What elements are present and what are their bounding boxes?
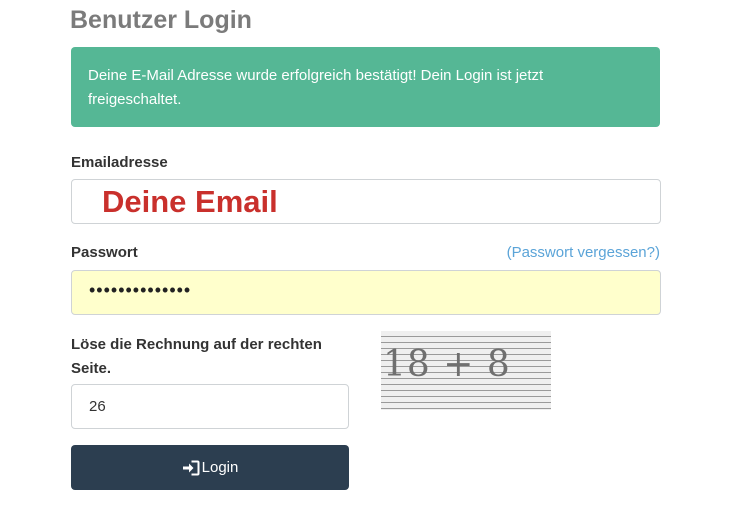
email-field-value: Deine Email xyxy=(102,184,278,219)
captcha-question-label: Löse die Rechnung auf der rechten Seite. xyxy=(71,336,322,377)
password-label: Passwort xyxy=(71,244,138,261)
captcha-answer-field[interactable]: 26 xyxy=(71,384,349,429)
email-field[interactable]: Deine Email xyxy=(71,179,661,224)
login-page: Benutzer Login Deine E-Mail Adresse wurd… xyxy=(0,0,731,512)
sign-in-icon xyxy=(182,460,200,476)
captcha-image-text: 18 + 8 xyxy=(383,344,511,385)
password-field[interactable]: •••••••••••••• xyxy=(71,270,661,315)
page-title: Benutzer Login xyxy=(70,6,252,34)
password-field-value: •••••••••••••• xyxy=(89,280,192,300)
forgot-password-link[interactable]: (Passwort vergessen?) xyxy=(507,244,660,261)
login-button[interactable]: Login xyxy=(71,445,349,490)
success-alert: Deine E-Mail Adresse wurde erfolgreich b… xyxy=(71,47,660,127)
login-button-label: Login xyxy=(201,459,239,476)
captcha-answer-value: 26 xyxy=(89,398,106,415)
captcha-image: 18 + 8 xyxy=(381,331,551,410)
email-label: Emailadresse xyxy=(71,154,168,171)
